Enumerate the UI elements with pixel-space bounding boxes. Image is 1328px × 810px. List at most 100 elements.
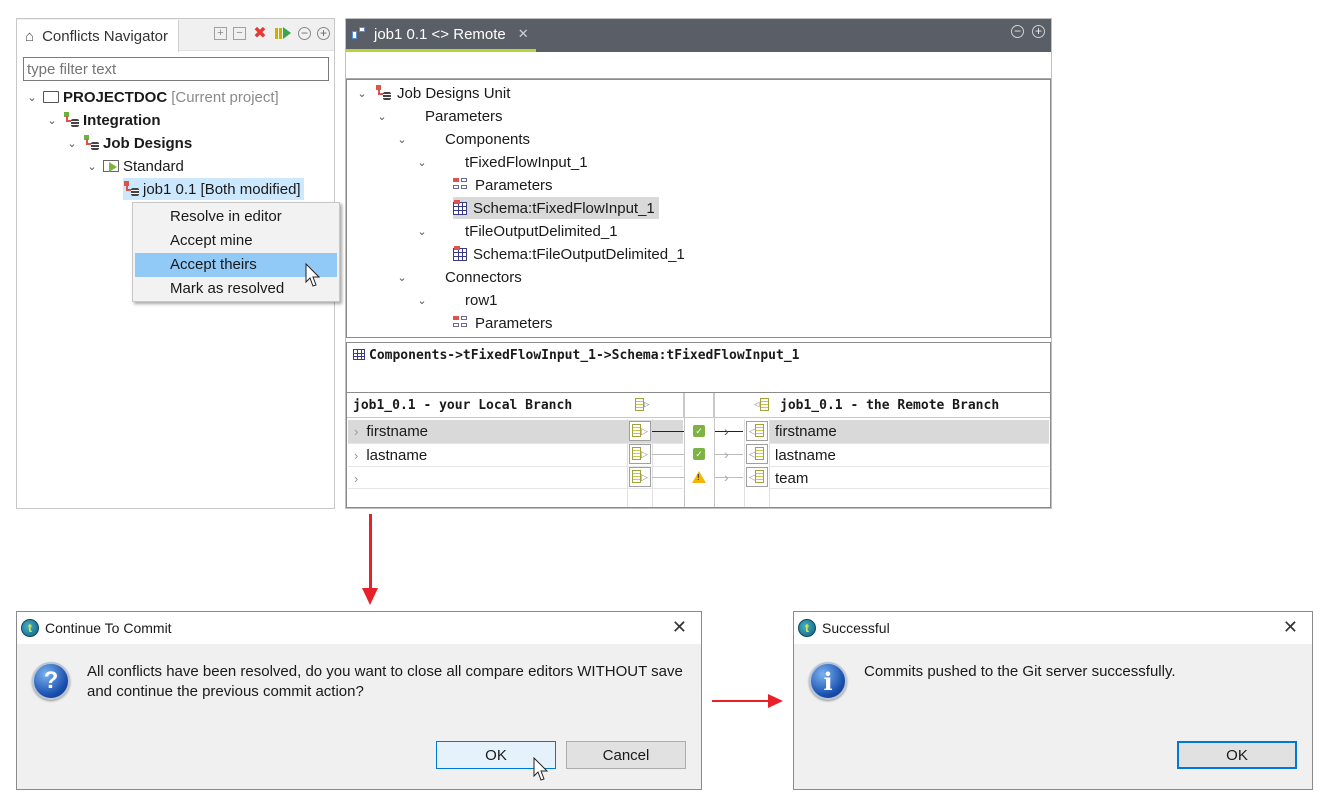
chevron-down-icon[interactable]: ⌄: [375, 110, 389, 123]
cancel-button[interactable]: Cancel: [566, 741, 686, 769]
tree-node-comp1-parameters[interactable]: Parameters: [453, 174, 553, 196]
schema-icon: [453, 245, 467, 261]
column-divider: [714, 393, 715, 507]
selected-path-bar: Components->tFixedFlowInput_1->Schema:tF…: [346, 342, 1051, 392]
arrow-right-icon: ›: [724, 423, 729, 439]
folder-run-icon: [103, 160, 119, 172]
schema-icon: [353, 349, 365, 360]
chevron-right-icon[interactable]: ›: [354, 448, 358, 463]
tab-conflicts-navigator[interactable]: ⌂ Conflicts Navigator: [17, 20, 179, 52]
editor-header: job1 0.1 <> Remote ✕ − +: [346, 19, 1051, 52]
resume-icon[interactable]: [274, 25, 292, 41]
arrow-right-icon: ›: [724, 469, 729, 485]
tree-node-connectors[interactable]: ⌄ Connectors: [395, 266, 521, 288]
node-label: Integration: [83, 111, 161, 129]
chevron-down-icon[interactable]: ⌄: [395, 271, 409, 284]
chevron-down-icon[interactable]: ⌄: [45, 114, 59, 127]
dialog-title: Continue To Commit: [45, 620, 172, 636]
node-label: Parameters: [425, 107, 503, 125]
tree-node-job[interactable]: job1 0.1 [Both modified]: [123, 178, 304, 200]
tree-node-comp1-schema[interactable]: Schema:tFixedFlowInput_1: [453, 197, 659, 219]
tree-node-job-designs[interactable]: ⌄ Job Designs: [65, 132, 192, 154]
menu-item-accept-mine[interactable]: Accept mine: [135, 229, 337, 253]
remote-row[interactable]: lastname: [770, 443, 1049, 466]
remote-row[interactable]: firstname: [770, 420, 1049, 443]
chevron-down-icon[interactable]: ⌄: [415, 156, 429, 169]
tree-node-integration[interactable]: ⌄ Integration: [45, 109, 161, 131]
column-name: firstname: [366, 423, 429, 440]
compare-icon: [352, 27, 366, 41]
filter-input[interactable]: [23, 57, 329, 81]
local-branch-header: job1_0.1 - your Local Branch ▷: [347, 393, 684, 418]
arrow-down-icon: [362, 588, 378, 605]
node-label: Schema:tFixedFlowInput_1: [473, 199, 655, 217]
message-line: and continue the previous commit action?: [87, 683, 364, 700]
map-in-button[interactable]: ◁: [746, 421, 768, 441]
maximize-icon[interactable]: +: [1032, 25, 1045, 38]
editor-window-controls: − +: [1011, 25, 1045, 38]
ok-button[interactable]: OK: [1177, 741, 1297, 769]
tree-node-row1[interactable]: ⌄ row1: [415, 289, 497, 311]
tree-node-comp2-schema[interactable]: Schema:tFileOutputDelimited_1: [453, 243, 685, 265]
chevron-down-icon[interactable]: ⌄: [415, 225, 429, 238]
tree-node-standard[interactable]: ⌄ Standard: [85, 155, 184, 177]
mouse-cursor-icon: [533, 757, 549, 781]
tree-node-parameters[interactable]: ⌄ Parameters: [375, 105, 503, 127]
remote-header-label: job1_0.1 - the Remote Branch: [780, 398, 1000, 413]
node-label: tFixedFlowInput_1: [465, 153, 588, 171]
tree-node-tfileoutputdelimited[interactable]: ⌄ tFileOutputDelimited_1: [415, 220, 617, 242]
map-out-icon: ▷: [632, 469, 648, 485]
minimize-icon[interactable]: −: [1011, 25, 1024, 38]
local-header-label: job1_0.1 - your Local Branch: [353, 398, 573, 413]
close-icon[interactable]: ✕: [1283, 617, 1298, 638]
remote-branch-header: ◁ job1_0.1 - the Remote Branch: [714, 393, 1050, 418]
map-out-button[interactable]: ▷: [629, 421, 651, 441]
question-icon: ?: [32, 662, 70, 700]
chevron-down-icon[interactable]: ⌄: [415, 294, 429, 307]
warning-icon: [692, 471, 706, 483]
map-out-button[interactable]: ▷: [629, 444, 651, 464]
expand-all-icon[interactable]: +: [214, 26, 227, 40]
maximize-icon[interactable]: +: [317, 26, 330, 40]
tree-node-tfixedflowinput[interactable]: ⌄ tFixedFlowInput_1: [415, 151, 588, 173]
tab-job-compare[interactable]: job1 0.1 <> Remote ✕: [346, 19, 536, 52]
map-in-button[interactable]: ◁: [746, 467, 768, 487]
remote-row[interactable]: team: [770, 466, 1049, 489]
tree-node-project[interactable]: ⌄ PROJECTDOC [Current project]: [25, 86, 278, 108]
close-tab-icon[interactable]: ✕: [518, 26, 529, 42]
map-in-icon: ◁: [749, 423, 765, 439]
talend-logo-icon: t: [798, 619, 816, 637]
arrow-right-icon: [768, 694, 783, 708]
schema-compare-view: job1_0.1 - your Local Branch ▷ ◁ job1_0.…: [346, 392, 1051, 508]
delete-icon[interactable]: ✖: [252, 25, 268, 42]
chevron-down-icon[interactable]: ⌄: [355, 87, 369, 100]
chevron-down-icon[interactable]: ⌄: [395, 133, 409, 146]
chevron-down-icon[interactable]: ⌄: [25, 91, 39, 104]
structure-tree: ⌄ Job Designs Unit ⌄ Parameters ⌄ Compon…: [346, 79, 1051, 338]
mapping-line: [715, 454, 743, 455]
job-conflict-icon: [375, 85, 391, 101]
dialog-title: Successful: [822, 620, 890, 636]
talend-logo-icon: t: [21, 619, 39, 637]
tree-node-components[interactable]: ⌄ Components: [395, 128, 530, 150]
chevron-right-icon[interactable]: ›: [354, 424, 358, 439]
compare-editor: job1 0.1 <> Remote ✕ − + ⌄ Job Designs U…: [345, 18, 1052, 509]
column-divider: [744, 419, 745, 507]
tree-node-row1-parameters[interactable]: Parameters: [453, 312, 553, 334]
repository-icon: [83, 135, 99, 151]
chevron-right-icon[interactable]: ›: [354, 471, 358, 486]
project-name: PROJECTDOC: [63, 88, 168, 106]
mapping-line: [652, 454, 684, 455]
chevron-down-icon[interactable]: ⌄: [65, 137, 79, 150]
minimize-icon[interactable]: −: [298, 26, 311, 40]
column-name: firstname: [775, 423, 837, 440]
menu-item-resolve-in-editor[interactable]: Resolve in editor: [135, 205, 337, 229]
tree-node-job-designs-unit[interactable]: ⌄ Job Designs Unit: [355, 82, 510, 104]
close-icon[interactable]: ✕: [672, 617, 687, 638]
flow-arrow-right: [712, 700, 772, 702]
column-divider: [684, 393, 685, 507]
collapse-all-icon[interactable]: −: [233, 26, 246, 40]
map-out-button[interactable]: ▷: [629, 467, 651, 487]
map-in-button[interactable]: ◁: [746, 444, 768, 464]
chevron-down-icon[interactable]: ⌄: [85, 160, 99, 173]
